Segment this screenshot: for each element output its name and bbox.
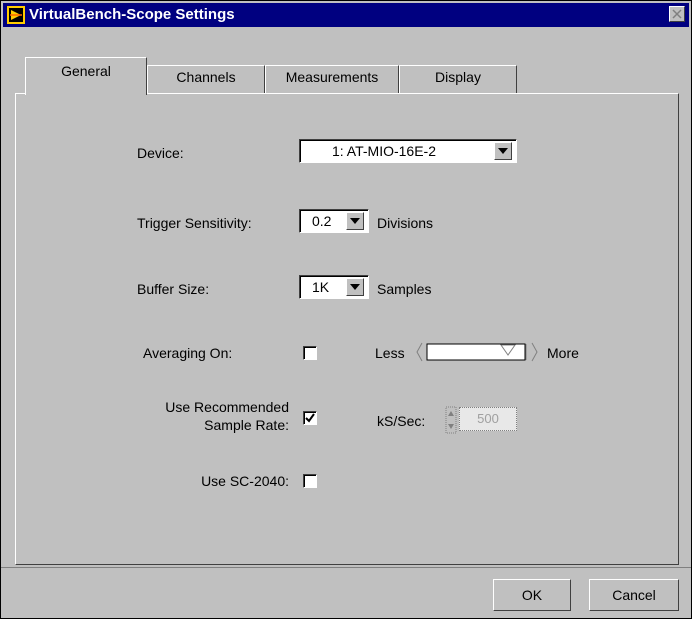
chevron-down-icon	[498, 148, 508, 154]
chevron-down-icon	[350, 284, 360, 290]
device-select[interactable]: 1: AT-MIO-16E-2	[299, 139, 517, 163]
trigger-sensitivity-select[interactable]: 0.2	[299, 209, 369, 233]
virtualbench-app-icon	[7, 6, 25, 24]
close-icon	[672, 9, 682, 19]
buffer-size-value: 1K	[312, 279, 330, 295]
recommended-rate-checkbox[interactable]	[303, 411, 317, 425]
trigger-sensitivity-label: Trigger Sensitivity:	[137, 215, 252, 231]
trigger-dropdown-button[interactable]	[346, 212, 364, 230]
averaging-label: Averaging On:	[143, 345, 233, 361]
trigger-sensitivity-unit: Divisions	[377, 215, 434, 231]
device-dropdown-button[interactable]	[494, 142, 512, 160]
buffer-size-select[interactable]: 1K	[299, 275, 369, 299]
sample-rate-numeric[interactable]: 500	[445, 405, 521, 435]
window-title: VirtualBench-Scope Settings	[29, 6, 235, 23]
checkmark-icon	[305, 413, 315, 423]
buffer-dropdown-button[interactable]	[346, 278, 364, 296]
averaging-less-label: Less	[375, 345, 405, 361]
bottom-divider	[1, 567, 691, 568]
tab-measurements[interactable]: Measurements	[265, 65, 399, 93]
sc2040-checkbox[interactable]	[303, 474, 317, 488]
device-label: Device:	[137, 145, 184, 161]
averaging-checkbox[interactable]	[303, 346, 317, 360]
general-panel	[15, 93, 679, 565]
buffer-size-label: Buffer Size:	[137, 281, 210, 297]
sample-rate-value[interactable]: 500	[459, 407, 517, 431]
chevron-down-icon	[350, 218, 360, 224]
recommended-rate-label-line1: Use Recommended	[165, 399, 289, 415]
trigger-sensitivity-value: 0.2	[312, 213, 332, 229]
spinner-arrows-icon	[445, 406, 457, 434]
title-bar[interactable]: VirtualBench-Scope Settings	[3, 3, 689, 27]
ok-button[interactable]: OK	[493, 579, 571, 611]
cancel-button[interactable]: Cancel	[589, 579, 679, 611]
sc2040-label: Use SC-2040:	[201, 473, 289, 489]
averaging-more-label: More	[547, 345, 579, 361]
settings-dialog: VirtualBench-Scope Settings General Chan…	[0, 0, 692, 619]
recommended-rate-label-line2: Sample Rate:	[204, 417, 289, 433]
tab-general[interactable]: General	[25, 57, 147, 95]
device-value: 1: AT-MIO-16E-2	[332, 143, 436, 159]
tab-display[interactable]: Display	[399, 65, 517, 93]
sample-rate-label: kS/Sec:	[377, 413, 426, 429]
close-button[interactable]	[669, 6, 685, 22]
averaging-slider[interactable]	[415, 341, 539, 363]
tab-channels[interactable]: Channels	[147, 65, 265, 93]
buffer-size-unit: Samples	[377, 281, 432, 297]
slider-track	[416, 342, 538, 362]
